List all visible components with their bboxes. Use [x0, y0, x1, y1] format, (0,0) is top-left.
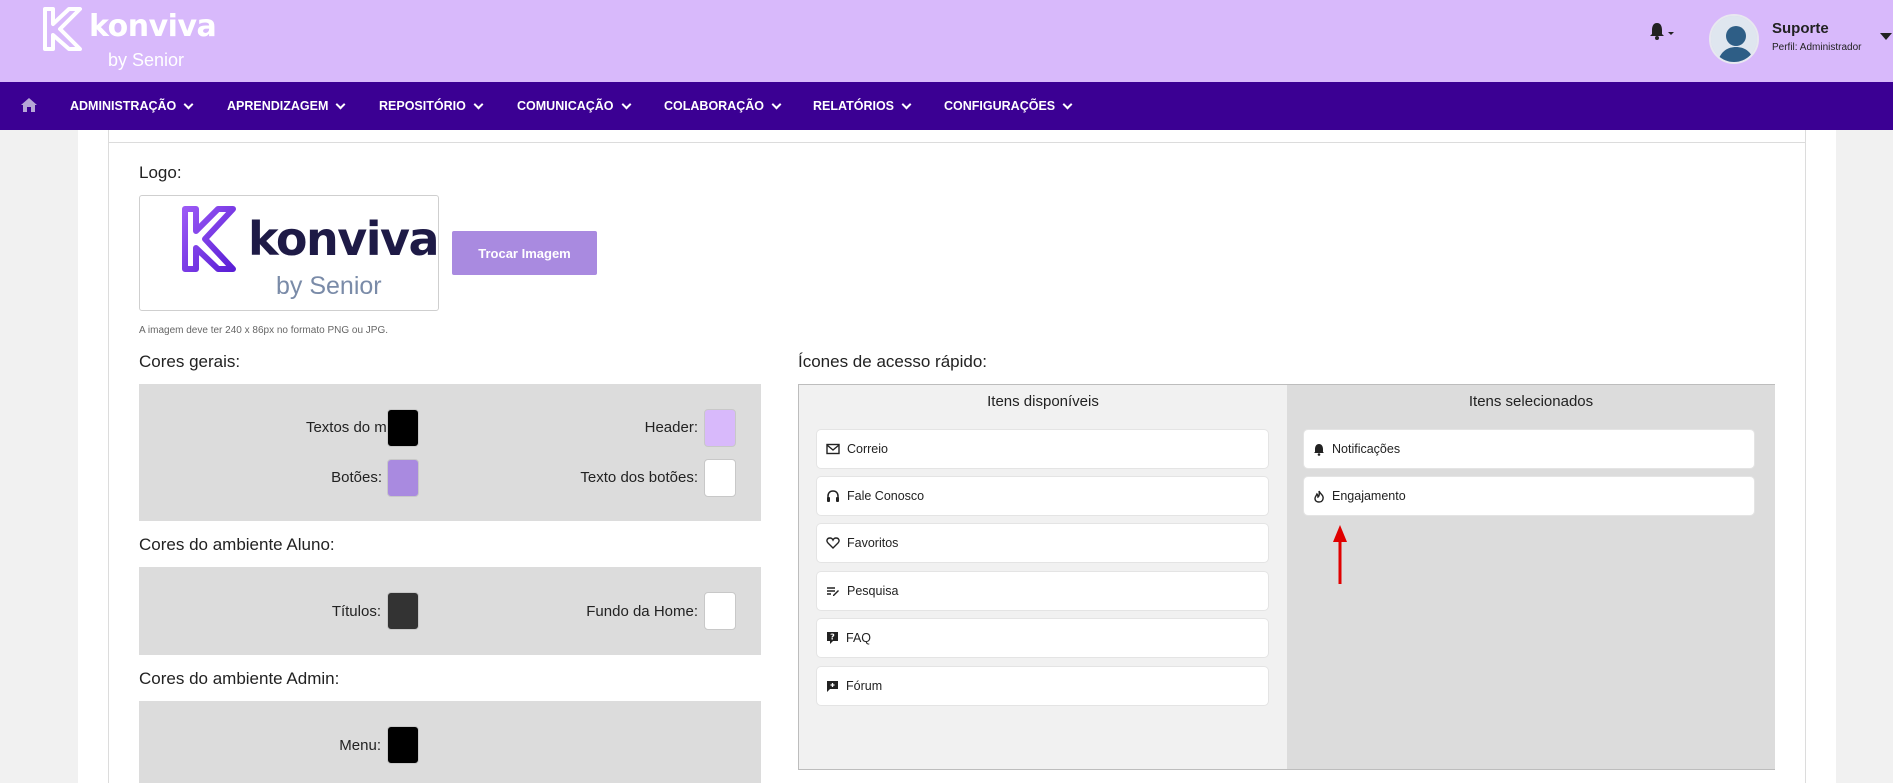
menu-text-color-swatch[interactable]: [387, 409, 419, 447]
quick-item-pesquisa[interactable]: Pesquisa: [817, 572, 1268, 610]
nav-comunicacao[interactable]: COMUNICAÇÃO: [517, 82, 631, 130]
button-text-color-label: Texto dos botões:: [580, 469, 698, 486]
user-name[interactable]: Suporte: [1772, 20, 1829, 37]
quick-access-panel: Itens disponíveis Itens selecionados Cor…: [798, 384, 1775, 770]
logo-section-title: Logo:: [139, 163, 182, 182]
swap-image-button[interactable]: Trocar Imagem: [452, 231, 597, 275]
chevron-down-icon: [771, 99, 782, 109]
chevron-down-icon: [901, 99, 912, 109]
titles-color-label: Títulos:: [331, 603, 381, 620]
user-silhouette-icon: [1711, 16, 1757, 62]
chevron-down-icon: [621, 99, 631, 109]
chevron-down-icon: [1062, 99, 1073, 109]
quick-item-fale-conosco[interactable]: Fale Conosco: [817, 477, 1268, 515]
admin-menu-color-swatch[interactable]: [387, 726, 419, 764]
user-role: Perfil: Administrador: [1772, 42, 1862, 53]
logo-preview: konviva by Senior: [139, 195, 440, 311]
headset-icon: [827, 489, 839, 502]
user-avatar[interactable]: [1709, 14, 1759, 64]
admin-colors-title: Cores do ambiente Admin:: [139, 669, 340, 688]
quick-item-notificacoes[interactable]: Notificações: [1304, 430, 1754, 468]
chevron-down-icon: [335, 99, 346, 109]
selected-items-title: Itens selecionados: [1468, 393, 1594, 410]
quick-item-faq[interactable]: ? FAQ: [817, 619, 1268, 657]
konviva-k-icon: [182, 206, 236, 272]
brand-by: by Senior: [108, 50, 185, 70]
card-divider: [108, 142, 1806, 143]
heart-icon: [826, 537, 840, 549]
quick-item-favoritos[interactable]: Favoritos: [817, 524, 1268, 562]
header-color-label: Header:: [644, 419, 698, 436]
chevron-down-icon: [183, 99, 194, 109]
quick-item-forum[interactable]: Fórum: [817, 667, 1268, 705]
forum-icon: [827, 680, 838, 692]
brand-name: konviva: [89, 9, 217, 44]
button-text-color-swatch[interactable]: [704, 459, 736, 497]
main-nav: ADMINISTRAÇÃO APRENDIZAGEM REPOSITÓRIO C…: [0, 82, 1893, 130]
survey-icon: [827, 587, 839, 596]
top-header: konviva by Senior Suporte Perfil: Admini…: [0, 0, 1893, 82]
konviva-k-icon: [43, 7, 82, 51]
admin-colors-panel: [139, 701, 761, 783]
nav-configuracoes[interactable]: CONFIGURAÇÕES: [944, 82, 1073, 130]
student-colors-title: Cores do ambiente Aluno:: [139, 535, 335, 554]
quick-item-correio[interactable]: Correio: [817, 430, 1268, 468]
general-colors-panel: [139, 384, 761, 521]
question-icon: ?: [827, 632, 838, 644]
admin-menu-color-label: Menu:: [339, 737, 381, 754]
logo-preview-by: by Senior: [276, 272, 382, 300]
bell-icon: [1314, 443, 1324, 456]
available-items-title: Itens disponíveis: [987, 393, 1099, 410]
logo-hint: A imagem deve ter 240 x 86px no formato …: [139, 325, 389, 336]
nav-repositorio[interactable]: REPOSITÓRIO: [379, 82, 484, 130]
titles-color-swatch[interactable]: [387, 592, 419, 630]
annotation-arrow-icon: [1333, 525, 1347, 584]
home-icon[interactable]: [20, 97, 38, 113]
logo-preview-word: konviva: [248, 212, 440, 266]
quick-access-title: Ícones de acesso rápido:: [798, 352, 988, 371]
nav-relatorios[interactable]: RELATÓRIOS: [813, 82, 912, 130]
svg-text:?: ?: [830, 633, 835, 642]
notifications-bell-icon[interactable]: [1649, 21, 1677, 41]
home-bg-color-swatch[interactable]: [704, 592, 736, 630]
general-colors-title: Cores gerais:: [139, 352, 241, 371]
nav-colaboracao[interactable]: COLABORAÇÃO: [664, 82, 782, 130]
flame-icon: [1314, 490, 1324, 503]
user-menu-caret-icon[interactable]: [1880, 33, 1892, 40]
buttons-color-swatch[interactable]: [387, 459, 419, 497]
mail-icon: [826, 443, 840, 455]
nav-administracao[interactable]: ADMINISTRAÇÃO: [70, 82, 194, 130]
brand-logo[interactable]: konviva by Senior: [42, 5, 217, 73]
header-color-swatch[interactable]: [704, 409, 736, 447]
chevron-down-icon: [473, 99, 484, 109]
buttons-color-label: Botões:: [331, 469, 382, 486]
nav-aprendizagem[interactable]: APRENDIZAGEM: [227, 82, 346, 130]
quick-item-engajamento[interactable]: Engajamento: [1304, 477, 1754, 515]
home-bg-color-label: Fundo da Home:: [586, 603, 698, 620]
